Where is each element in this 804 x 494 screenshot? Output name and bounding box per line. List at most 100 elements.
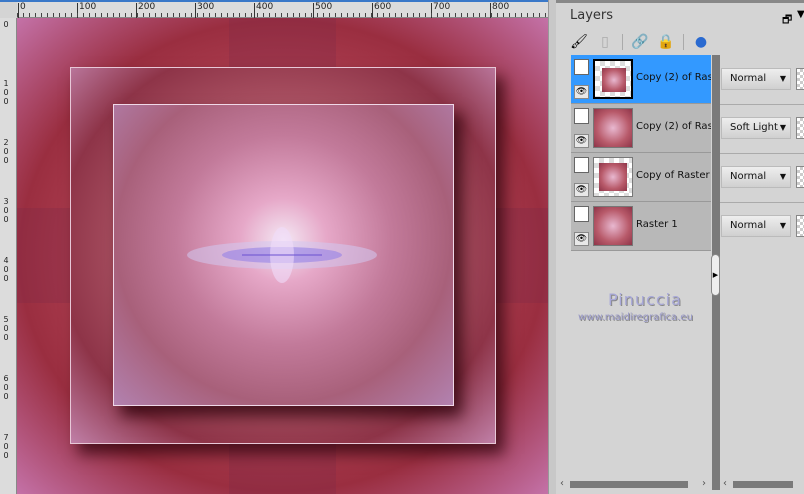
eye-icon[interactable]: 👁 bbox=[574, 85, 589, 99]
eye-icon[interactable]: 👁 bbox=[574, 232, 589, 246]
ruler-tick bbox=[215, 13, 216, 17]
chevron-down-icon[interactable]: ▼ bbox=[797, 9, 804, 20]
chevron-down-icon: ▼ bbox=[779, 172, 786, 181]
blend-mode-select[interactable]: Normal ▼ bbox=[721, 166, 791, 188]
paint-brush-icon[interactable]: 🖌 bbox=[570, 33, 588, 51]
ruler-tick bbox=[155, 13, 156, 17]
link-icon[interactable]: 🔗 bbox=[631, 33, 649, 51]
ruler-label: 200 bbox=[3, 138, 9, 165]
ruler-tick bbox=[455, 13, 456, 17]
ruler-tick bbox=[65, 13, 66, 17]
layer-thumbnail bbox=[593, 59, 633, 99]
ruler-label: 300 bbox=[3, 197, 9, 224]
restore-icon[interactable]: 🗗 bbox=[782, 11, 792, 30]
image-canvas[interactable] bbox=[17, 18, 548, 494]
layer-row[interactable]: 👁 Copy (2) of Raste bbox=[571, 104, 711, 153]
ruler-tick bbox=[401, 13, 402, 17]
ruler-tick bbox=[371, 13, 372, 17]
mask-icon[interactable] bbox=[574, 108, 589, 124]
layer-row[interactable]: 👁 Copy (2) of Raste bbox=[571, 55, 711, 104]
globe-icon[interactable]: ● bbox=[692, 33, 710, 51]
mask-icon[interactable] bbox=[574, 59, 589, 75]
blend-mode-select[interactable]: Normal ▼ bbox=[721, 68, 791, 90]
ruler-tick bbox=[17, 13, 18, 17]
opacity-swatch[interactable] bbox=[796, 68, 804, 90]
ruler-tick bbox=[353, 13, 354, 17]
scroll-left-icon[interactable]: ‹ bbox=[560, 478, 564, 489]
ruler-tick bbox=[239, 13, 240, 17]
layer-name: Copy (2) of Raste bbox=[636, 121, 711, 132]
ruler-tick bbox=[119, 13, 120, 17]
layer-hscrollbar-thumb[interactable] bbox=[570, 481, 688, 488]
layer-row[interactable]: 👁 Copy of Raster 1 bbox=[571, 153, 711, 202]
opacity-swatch[interactable] bbox=[796, 215, 804, 237]
ruler-tick bbox=[395, 13, 396, 17]
mask-icon[interactable] bbox=[574, 157, 589, 173]
ruler-tick bbox=[533, 13, 534, 17]
ruler-tick bbox=[299, 13, 300, 17]
ruler-tick bbox=[467, 13, 468, 17]
mask-icon[interactable] bbox=[574, 206, 589, 222]
ruler-tick bbox=[233, 13, 234, 17]
layer-name: Raster 1 bbox=[636, 219, 678, 230]
ruler-tick bbox=[293, 13, 294, 17]
ruler-tick bbox=[539, 13, 540, 17]
ruler-tick bbox=[287, 13, 288, 17]
ruler-tick bbox=[71, 13, 72, 17]
ruler-tick bbox=[431, 13, 432, 17]
ruler-tick bbox=[191, 13, 192, 17]
chevron-down-icon: ▼ bbox=[779, 123, 786, 132]
ruler-tick bbox=[257, 13, 258, 17]
ruler-tick bbox=[35, 13, 36, 17]
divider bbox=[720, 202, 804, 203]
ruler-tick bbox=[107, 13, 108, 17]
blend-mode-select[interactable]: Soft Light ▼ bbox=[721, 117, 791, 139]
scroll-left-icon[interactable]: ‹ bbox=[723, 478, 727, 489]
ruler-tick bbox=[443, 13, 444, 17]
ruler-tick bbox=[263, 13, 264, 17]
ruler-label: 0 bbox=[18, 3, 26, 18]
opacity-swatch[interactable] bbox=[796, 166, 804, 188]
ruler-tick bbox=[281, 13, 282, 17]
blend-mode-select[interactable]: Normal ▼ bbox=[721, 215, 791, 237]
divider bbox=[622, 34, 623, 50]
ruler-tick bbox=[425, 13, 426, 17]
blend-mode-value: Normal bbox=[730, 220, 767, 231]
artwork-flower bbox=[187, 227, 377, 283]
layer-row[interactable]: 👁 Raster 1 bbox=[571, 202, 711, 251]
lock-icon[interactable]: 🔒 bbox=[657, 33, 675, 51]
ruler-label: 100 bbox=[77, 3, 96, 18]
ruler-tick bbox=[197, 13, 198, 17]
ruler-tick bbox=[77, 13, 78, 17]
ruler-tick bbox=[311, 13, 312, 17]
splitter-handle[interactable]: ▶ bbox=[711, 254, 720, 296]
chevron-down-icon: ▼ bbox=[779, 221, 786, 230]
panel-title: Layers bbox=[570, 8, 614, 23]
eye-icon[interactable]: 👁 bbox=[574, 183, 589, 197]
canvas-scrollbar[interactable] bbox=[548, 0, 556, 494]
ruler-tick bbox=[515, 13, 516, 17]
ruler-tick bbox=[329, 13, 330, 17]
ruler-tick bbox=[491, 13, 492, 17]
ruler-tick bbox=[521, 13, 522, 17]
ruler-tick bbox=[221, 13, 222, 17]
eye-icon[interactable]: 👁 bbox=[574, 134, 589, 148]
ruler-horizontal: 0 100 200 300 400 500 600 700 800 bbox=[17, 2, 548, 18]
ruler-tick bbox=[377, 13, 378, 17]
ruler-tick bbox=[209, 13, 210, 17]
ruler-tick bbox=[29, 13, 30, 17]
scroll-right-icon[interactable]: › bbox=[702, 478, 706, 489]
ruler-tick bbox=[101, 13, 102, 17]
new-layer-icon[interactable]: ▯ bbox=[596, 33, 614, 51]
ruler-label: 100 bbox=[3, 79, 9, 106]
chevron-down-icon: ▼ bbox=[779, 74, 786, 83]
ruler-tick bbox=[461, 13, 462, 17]
ruler-label: 200 bbox=[136, 3, 155, 18]
ruler-tick bbox=[359, 13, 360, 17]
ruler-tick bbox=[275, 13, 276, 17]
ruler-tick bbox=[407, 13, 408, 17]
layer-thumbnail bbox=[593, 108, 633, 148]
props-hscrollbar-thumb[interactable] bbox=[733, 481, 793, 488]
ruler-tick bbox=[317, 13, 318, 17]
opacity-swatch[interactable] bbox=[796, 117, 804, 139]
